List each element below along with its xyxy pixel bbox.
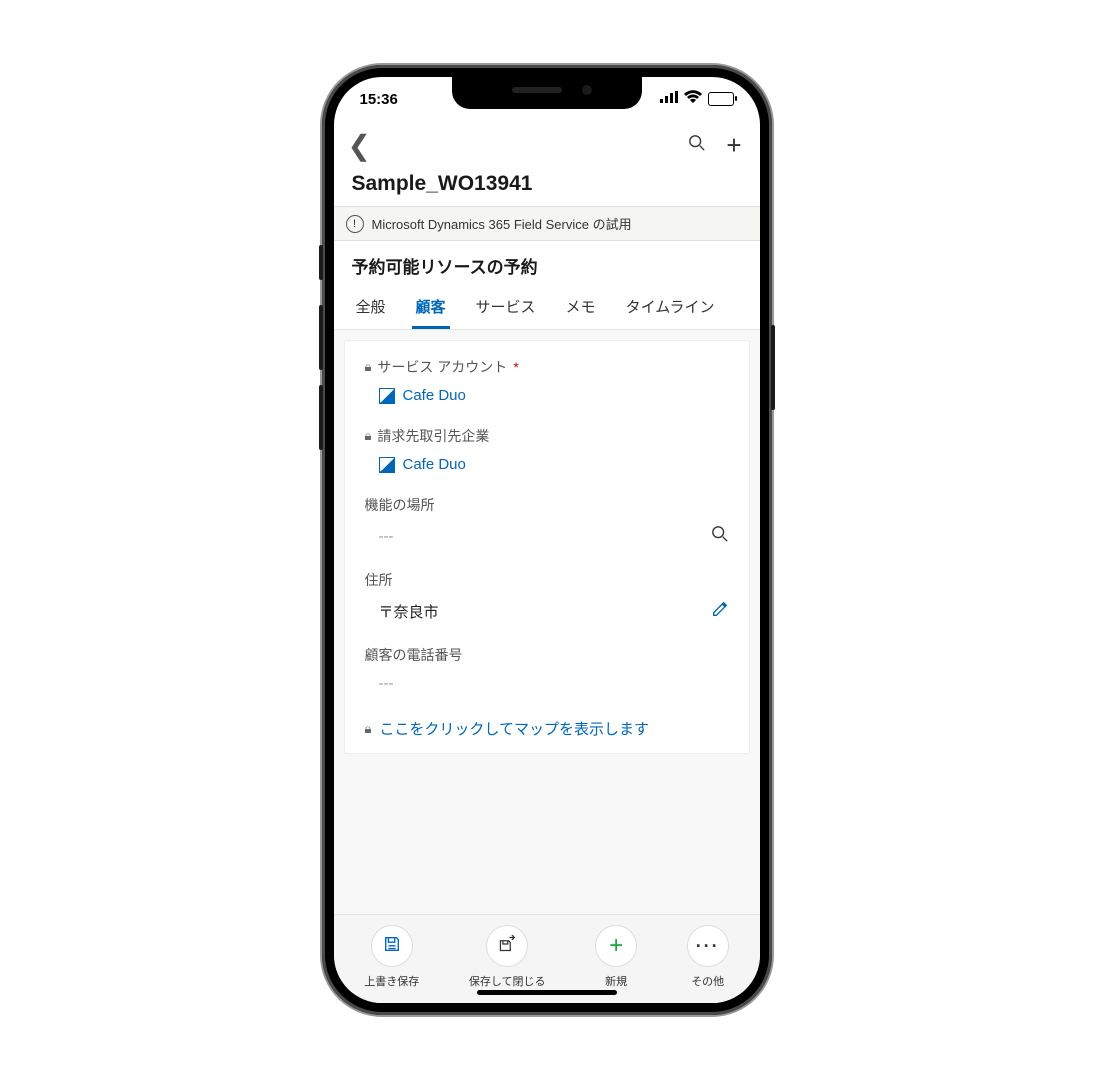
new-button[interactable]: + 新規 [595, 925, 637, 989]
tab-timeline[interactable]: タイムライン [622, 288, 719, 329]
field-label: 住所 [365, 570, 393, 590]
save-close-label: 保存して閉じる [469, 973, 546, 989]
field-address: 住所 〒奈良市 [365, 570, 729, 623]
address-value[interactable]: 〒奈良市 [379, 601, 439, 622]
lookup-search-button[interactable] [711, 525, 729, 548]
save-label: 上書き保存 [364, 973, 419, 989]
required-mark: * [513, 359, 518, 375]
save-icon [383, 935, 401, 958]
back-button[interactable]: ❮ [348, 129, 371, 162]
plus-icon: + [609, 932, 623, 960]
lock-icon: 🔒︎ [365, 359, 372, 375]
show-map-link[interactable]: 🔒︎ ここをクリックしてマップを表示します [365, 714, 729, 739]
wifi-icon [684, 88, 702, 110]
cellular-icon [660, 88, 678, 110]
entity-subtitle: 予約可能リソースの予約 [334, 241, 760, 288]
service-account-lookup[interactable]: Cafe Duo [379, 387, 466, 404]
lock-icon: 🔒︎ [365, 428, 372, 444]
content-area: 🔒︎ サービス アカウント * Cafe Duo 🔒︎ 請求先取引先企業 [334, 330, 760, 914]
field-service-account: 🔒︎ サービス アカウント * Cafe Duo [365, 357, 729, 404]
home-indicator[interactable] [477, 990, 617, 995]
save-close-button[interactable]: 保存して閉じる [469, 925, 546, 989]
tab-service[interactable]: サービス [472, 288, 540, 329]
more-label: その他 [691, 973, 724, 989]
tab-bar: 全般 顧客 サービス メモ タイムライン [334, 288, 760, 330]
field-label: 機能の場所 [365, 495, 435, 515]
tab-general[interactable]: 全般 [352, 288, 390, 329]
info-icon: ! [346, 215, 364, 233]
field-label: 請求先取引先企業 [377, 426, 489, 446]
field-billing-account: 🔒︎ 請求先取引先企業 Cafe Duo [365, 426, 729, 473]
more-icon: ··· [696, 936, 720, 957]
save-button[interactable]: 上書き保存 [364, 925, 419, 989]
status-time: 15:36 [360, 91, 420, 108]
phone-device-frame: 15:36 ❮ + Sample_WO13941 ! [322, 65, 772, 1015]
map-link-label: ここをクリックしてマップを表示します [379, 718, 649, 739]
page-title: Sample_WO13941 [334, 168, 760, 206]
save-close-icon [498, 935, 516, 958]
field-label: 顧客の電話番号 [365, 645, 463, 665]
trial-banner: ! Microsoft Dynamics 365 Field Service の… [334, 206, 760, 241]
add-button[interactable]: + [726, 130, 741, 161]
edit-address-button[interactable] [711, 600, 729, 623]
customer-phone-value[interactable]: --- [379, 675, 394, 692]
battery-icon [708, 92, 734, 106]
tab-memo[interactable]: メモ [562, 288, 600, 329]
field-label: サービス アカウント [377, 357, 507, 377]
search-button[interactable] [688, 134, 706, 158]
trial-text: Microsoft Dynamics 365 Field Service の試用 [372, 214, 632, 233]
field-customer-phone: 顧客の電話番号 --- [365, 645, 729, 692]
functional-location-value[interactable]: --- [379, 528, 394, 545]
tab-customer[interactable]: 顧客 [412, 288, 450, 329]
more-button[interactable]: ··· その他 [687, 925, 729, 989]
lock-icon: 🔒︎ [365, 721, 372, 737]
form-card: 🔒︎ サービス アカウント * Cafe Duo 🔒︎ 請求先取引先企業 [344, 340, 750, 754]
new-label: 新規 [605, 973, 627, 989]
app-header: ❮ + [334, 121, 760, 168]
account-icon [379, 457, 395, 473]
billing-account-lookup[interactable]: Cafe Duo [379, 456, 466, 473]
screen: 15:36 ❮ + Sample_WO13941 ! [334, 77, 760, 1003]
account-icon [379, 388, 395, 404]
field-functional-location: 機能の場所 --- [365, 495, 729, 548]
device-notch [452, 77, 642, 109]
